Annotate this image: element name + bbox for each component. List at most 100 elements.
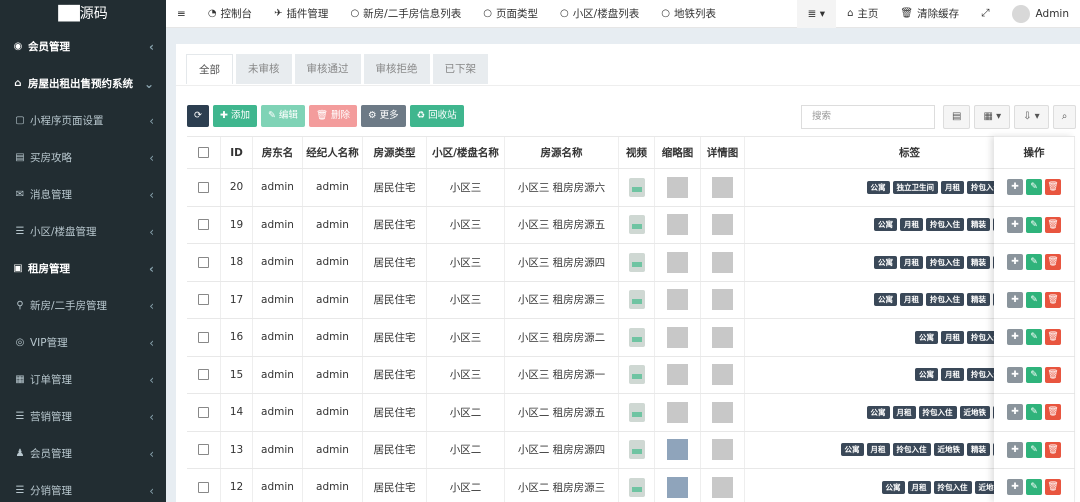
sidebar-item-7[interactable]: ⚲ 新房/二手房管理 ‹: [0, 287, 166, 324]
home-link[interactable]: ⌂ 主页: [836, 0, 889, 28]
more-button[interactable]: ⚙ 更多: [361, 105, 406, 127]
edit-row-button[interactable]: ✎: [1026, 479, 1042, 496]
delete-row-button[interactable]: 🗑: [1045, 329, 1061, 346]
thumbnail-image[interactable]: [667, 289, 688, 311]
drag-button[interactable]: ✚: [1007, 179, 1023, 196]
detail-image[interactable]: [712, 214, 733, 236]
tab-3[interactable]: 审核拒绝: [363, 54, 430, 84]
thumbnail-image[interactable]: [667, 214, 688, 236]
video-icon[interactable]: [628, 290, 645, 310]
thumbnail-image[interactable]: [667, 251, 688, 273]
drag-button[interactable]: ✚: [1007, 404, 1023, 421]
edit-row-button[interactable]: ✎: [1026, 329, 1042, 346]
sidebar-item-12[interactable]: ☰ 分销管理 ‹: [0, 472, 166, 502]
menu-toggle-button[interactable]: ≡: [166, 0, 197, 28]
user-menu[interactable]: Admin: [1001, 0, 1080, 28]
delete-row-button[interactable]: 🗑: [1045, 441, 1061, 458]
nav-link-2[interactable]: ○ 新房/二手房信息列表: [339, 0, 472, 28]
detail-image[interactable]: [712, 289, 733, 311]
row-checkbox[interactable]: [198, 294, 209, 306]
tab-4[interactable]: 已下架: [432, 54, 488, 84]
search-input[interactable]: 搜索: [801, 105, 935, 129]
row-checkbox[interactable]: [198, 256, 209, 268]
drag-button[interactable]: ✚: [1007, 216, 1023, 233]
row-checkbox[interactable]: [198, 406, 209, 418]
sidebar-item-11[interactable]: ♟ 会员管理 ‹: [0, 435, 166, 472]
thumbnail-image[interactable]: [667, 326, 688, 348]
drag-button[interactable]: ✚: [1007, 291, 1023, 308]
thumbnail-image[interactable]: [667, 439, 688, 461]
thumbnail-image[interactable]: [667, 364, 688, 386]
select-all-checkbox[interactable]: [198, 147, 209, 158]
drag-button[interactable]: ✚: [1007, 479, 1023, 496]
tab-0[interactable]: 全部: [186, 54, 233, 84]
refresh-button[interactable]: ⟳: [187, 105, 209, 127]
row-checkbox[interactable]: [198, 481, 209, 493]
nav-link-0[interactable]: ◔ 控制台: [197, 0, 263, 28]
edit-row-button[interactable]: ✎: [1026, 291, 1042, 308]
table-tool-button-2[interactable]: ⇩ ▾: [1014, 105, 1049, 129]
delete-row-button[interactable]: 🗑: [1045, 291, 1061, 308]
delete-row-button[interactable]: 🗑: [1045, 179, 1061, 196]
video-icon[interactable]: [628, 215, 645, 235]
row-checkbox[interactable]: [198, 369, 209, 381]
sidebar-item-5[interactable]: ☰ 小区/楼盘管理 ‹: [0, 213, 166, 250]
sidebar-item-2[interactable]: ▢ 小程序页面设置 ‹: [0, 102, 166, 139]
row-checkbox[interactable]: [198, 181, 209, 193]
delete-row-button[interactable]: 🗑: [1045, 254, 1061, 271]
table-tool-button-1[interactable]: ▦ ▾: [974, 105, 1011, 129]
nav-link-3[interactable]: ○ 页面类型: [472, 0, 549, 28]
detail-image[interactable]: [712, 439, 733, 461]
detail-image[interactable]: [712, 476, 733, 498]
sidebar-item-0[interactable]: ◉ 会员管理 ‹: [0, 28, 166, 65]
detail-image[interactable]: [712, 326, 733, 348]
video-icon[interactable]: [628, 327, 645, 347]
video-icon[interactable]: [628, 177, 645, 197]
delete-row-button[interactable]: 🗑: [1045, 216, 1061, 233]
edit-row-button[interactable]: ✎: [1026, 441, 1042, 458]
video-icon[interactable]: [628, 477, 645, 497]
detail-image[interactable]: [712, 251, 733, 273]
row-checkbox[interactable]: [198, 444, 209, 456]
video-icon[interactable]: [628, 365, 645, 385]
row-checkbox[interactable]: [198, 219, 209, 231]
sidebar-item-3[interactable]: ▤ 买房攻略 ‹: [0, 139, 166, 176]
delete-button[interactable]: 🗑 删除: [308, 105, 358, 127]
video-icon[interactable]: [628, 440, 645, 460]
sidebar-item-9[interactable]: ▦ 订单管理 ‹: [0, 361, 166, 398]
sidebar-item-6[interactable]: ▣ 租房管理 ‹: [0, 250, 166, 287]
recycle-bin-button[interactable]: ♻ 回收站: [409, 105, 464, 127]
video-icon[interactable]: [628, 252, 645, 272]
detail-image[interactable]: [712, 401, 733, 423]
clear-cache-link[interactable]: 🗑 清除缓存: [889, 0, 970, 28]
tab-2[interactable]: 审核通过: [294, 54, 361, 84]
thumbnail-image[interactable]: [667, 176, 688, 198]
edit-row-button[interactable]: ✎: [1026, 404, 1042, 421]
nav-menu-dropdown[interactable]: ≣ ▾: [796, 0, 837, 28]
thumbnail-image[interactable]: [667, 476, 688, 498]
delete-row-button[interactable]: 🗑: [1045, 366, 1061, 383]
edit-row-button[interactable]: ✎: [1026, 254, 1042, 271]
nav-link-5[interactable]: ○ 地铁列表: [650, 0, 727, 28]
add-button[interactable]: ✚ 添加: [212, 105, 257, 127]
drag-button[interactable]: ✚: [1007, 366, 1023, 383]
drag-button[interactable]: ✚: [1007, 441, 1023, 458]
detail-image[interactable]: [712, 176, 733, 198]
nav-link-1[interactable]: ✈ 插件管理: [263, 0, 339, 28]
table-tool-button-0[interactable]: ▤: [943, 105, 971, 129]
edit-row-button[interactable]: ✎: [1026, 179, 1042, 196]
edit-row-button[interactable]: ✎: [1026, 216, 1042, 233]
sidebar-item-10[interactable]: ☰ 营销管理 ‹: [0, 398, 166, 435]
delete-row-button[interactable]: 🗑: [1045, 479, 1061, 496]
video-icon[interactable]: [628, 402, 645, 422]
edit-row-button[interactable]: ✎: [1026, 366, 1042, 383]
detail-image[interactable]: [712, 364, 733, 386]
sidebar-item-8[interactable]: ◎ VIP管理 ‹: [0, 324, 166, 361]
tab-1[interactable]: 未审核: [236, 54, 292, 84]
drag-button[interactable]: ✚: [1007, 254, 1023, 271]
edit-button[interactable]: ✎ 编辑: [260, 105, 305, 127]
drag-button[interactable]: ✚: [1007, 329, 1023, 346]
nav-link-4[interactable]: ○ 小区/楼盘列表: [549, 0, 650, 28]
thumbnail-image[interactable]: [667, 401, 688, 423]
row-checkbox[interactable]: [198, 331, 209, 343]
